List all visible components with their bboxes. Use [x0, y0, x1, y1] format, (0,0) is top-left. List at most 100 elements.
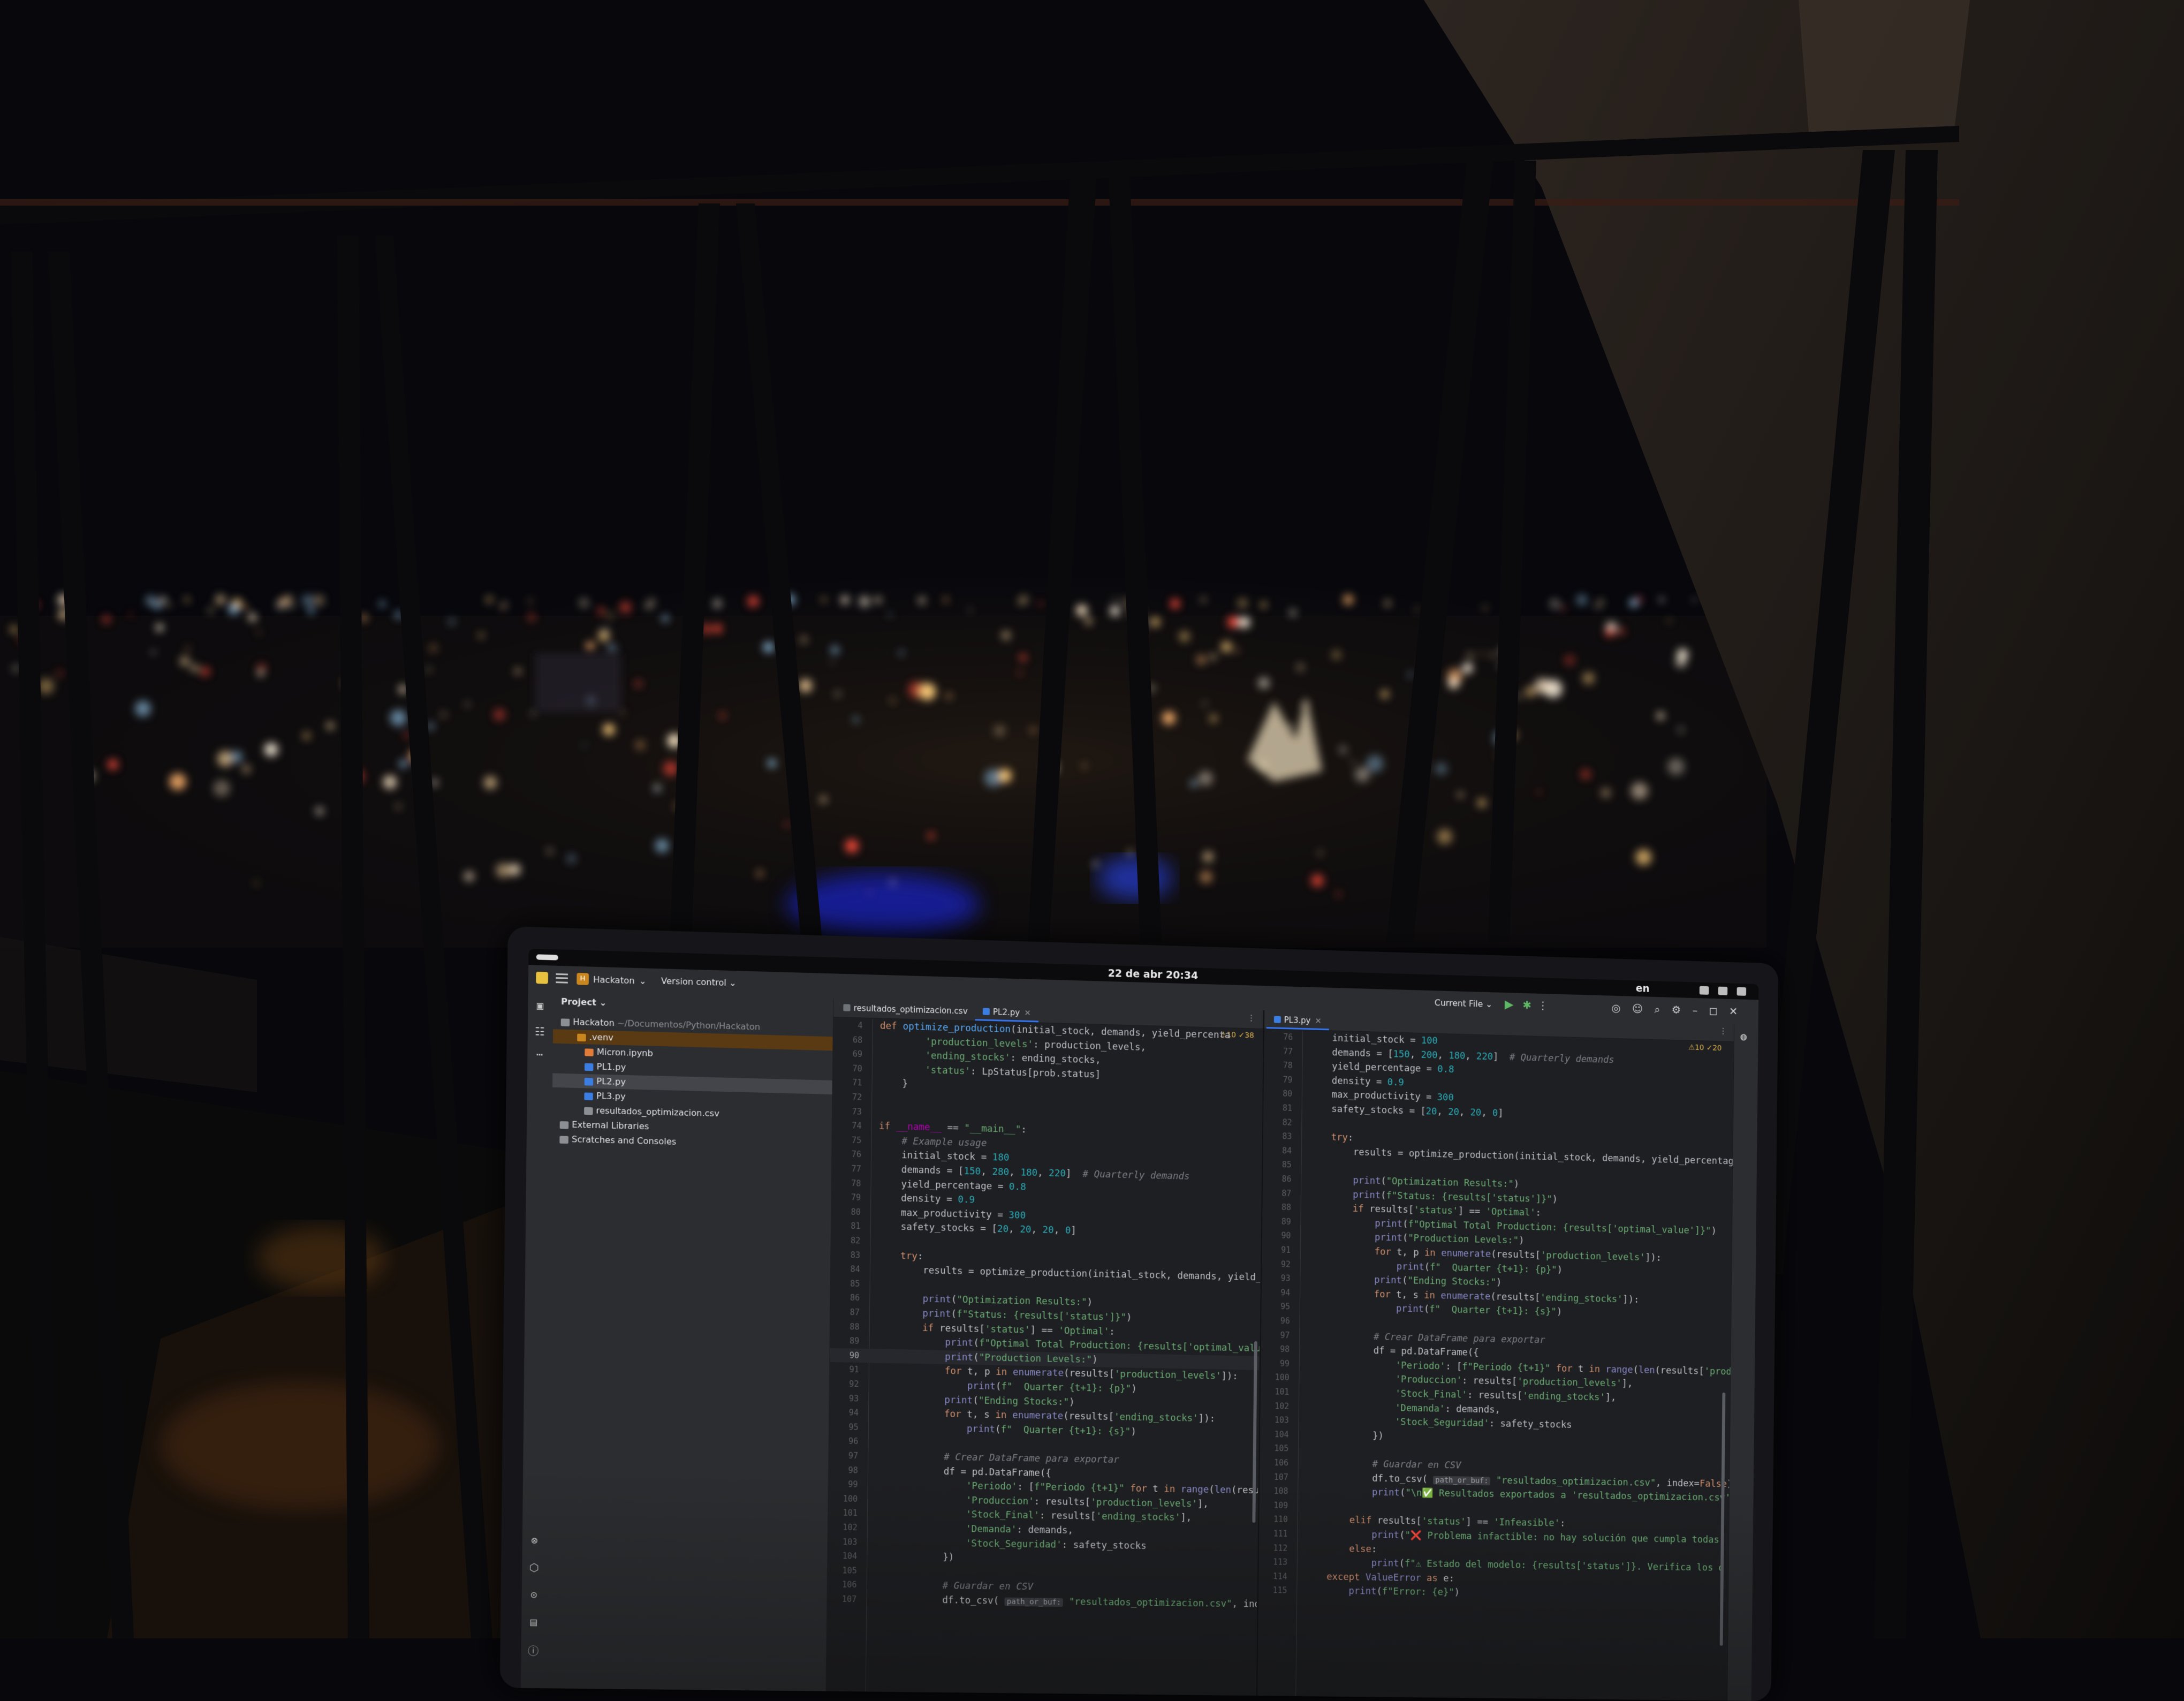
line-number[interactable]: 86 — [830, 1290, 860, 1305]
line-number[interactable]: 105 — [828, 1563, 857, 1578]
line-number[interactable]: 98 — [1261, 1342, 1290, 1357]
ai-assistant-icon[interactable]: ◎ — [1611, 1002, 1620, 1015]
line-number[interactable]: 83 — [831, 1248, 860, 1262]
debug-icon[interactable]: ✱ — [1522, 999, 1531, 1011]
code-text[interactable]: try: — [1309, 1132, 1354, 1144]
line-number[interactable]: 78 — [832, 1176, 861, 1191]
line-number[interactable]: 87 — [830, 1305, 860, 1320]
line-number[interactable]: 72 — [832, 1090, 862, 1105]
code-text[interactable]: else: — [1305, 1543, 1377, 1555]
close-icon[interactable]: ✕ — [1729, 1005, 1738, 1018]
line-number[interactable]: 104 — [1260, 1427, 1289, 1441]
line-number[interactable]: 75 — [832, 1132, 861, 1147]
line-number[interactable]: 107 — [1260, 1470, 1288, 1484]
code-text[interactable]: df = pd.DataFrame({ — [875, 1465, 1051, 1478]
line-number[interactable]: 90 — [1262, 1228, 1291, 1243]
line-number[interactable]: 98 — [829, 1463, 858, 1478]
line-number[interactable]: 83 — [1263, 1129, 1292, 1144]
line-number[interactable]: 100 — [828, 1492, 858, 1507]
project-panel-title[interactable]: Project ⌄ — [561, 996, 606, 1008]
search-icon[interactable]: ⌕ — [1654, 1003, 1660, 1016]
line-number[interactable]: 92 — [1262, 1257, 1291, 1272]
code-text[interactable]: # Guardar en CSV — [874, 1580, 1033, 1593]
line-number[interactable]: 84 — [1263, 1143, 1292, 1158]
run-configuration-selector[interactable]: Current File ⌄ — [1435, 997, 1493, 1009]
line-number[interactable]: 85 — [831, 1276, 860, 1291]
code-text[interactable]: # Example usage — [879, 1136, 987, 1149]
line-number[interactable]: 81 — [1263, 1101, 1292, 1116]
python-console-icon[interactable]: ⬡ — [527, 1561, 541, 1574]
code-text[interactable]: print("Production Levels:") — [876, 1350, 1097, 1365]
line-number[interactable]: 105 — [1260, 1441, 1289, 1456]
line-number[interactable]: 103 — [1260, 1413, 1289, 1427]
line-number[interactable]: 107 — [827, 1592, 856, 1606]
code-text[interactable]: if __name__ == "__main__": — [879, 1121, 1027, 1136]
code-text[interactable]: 'Demanda': demands, — [875, 1523, 1073, 1536]
editor-right[interactable]: PL3.py✕ ⋮ ⚠10 ✓20 76 initial_stock = 100… — [1256, 1010, 1758, 1701]
code-text[interactable]: # Crear DataFrame para exportar — [875, 1451, 1119, 1466]
line-number[interactable]: 81 — [831, 1219, 861, 1234]
line-number[interactable]: 69 — [833, 1047, 862, 1062]
line-number[interactable]: 76 — [832, 1147, 861, 1162]
line-number[interactable]: 86 — [1263, 1171, 1292, 1186]
line-number[interactable]: 84 — [831, 1262, 860, 1277]
system-tray[interactable] — [1700, 986, 1746, 996]
line-number[interactable]: 89 — [1262, 1214, 1291, 1229]
code-text[interactable]: max_productivity = 300 — [1309, 1089, 1454, 1103]
line-number[interactable]: 101 — [1261, 1385, 1290, 1399]
line-number[interactable]: 76 — [1264, 1030, 1293, 1045]
line-number[interactable]: 113 — [1258, 1555, 1287, 1569]
line-number[interactable]: 97 — [1261, 1328, 1290, 1343]
line-number[interactable]: 78 — [1264, 1058, 1293, 1073]
line-number[interactable]: 88 — [830, 1319, 860, 1334]
line-number[interactable]: 102 — [1260, 1398, 1289, 1413]
code-text[interactable]: yield_percentage = 0.8 — [1309, 1061, 1454, 1075]
line-number[interactable]: 112 — [1259, 1541, 1288, 1555]
line-number[interactable]: 89 — [830, 1334, 859, 1349]
tab-options-icon[interactable]: ⋮ — [1247, 1013, 1255, 1023]
line-number[interactable]: 96 — [829, 1434, 859, 1449]
activities-indicator[interactable] — [536, 954, 558, 960]
line-number[interactable]: 90 — [830, 1348, 859, 1363]
line-number[interactable]: 108 — [1260, 1484, 1288, 1499]
ide-logo-icon[interactable] — [536, 972, 548, 984]
main-menu-icon[interactable] — [556, 973, 568, 984]
tab-pl2[interactable]: PL2.py✕ — [975, 1002, 1039, 1022]
settings-gear-icon[interactable]: ⚙ — [1672, 1003, 1681, 1016]
run-icon[interactable]: ▶ — [1505, 998, 1514, 1011]
line-number[interactable]: 102 — [828, 1520, 858, 1535]
line-number[interactable]: 74 — [832, 1118, 862, 1133]
code-text[interactable]: density = 0.9 — [878, 1193, 975, 1206]
line-number[interactable]: 87 — [1263, 1186, 1292, 1201]
tab-resultados-csv[interactable]: resultados_optimizacion.csv — [836, 999, 975, 1020]
line-number[interactable]: 96 — [1261, 1313, 1290, 1328]
line-number[interactable]: 99 — [829, 1477, 858, 1492]
line-number[interactable]: 71 — [833, 1075, 862, 1090]
code-text[interactable]: df.to_csv( path_or_buf: "resultados_opti… — [874, 1594, 1263, 1610]
line-number[interactable]: 115 — [1258, 1583, 1287, 1598]
line-number[interactable]: 110 — [1259, 1513, 1288, 1527]
line-number[interactable]: 94 — [1262, 1285, 1291, 1300]
line-number[interactable]: 85 — [1263, 1158, 1292, 1173]
line-number[interactable]: 100 — [1261, 1370, 1290, 1385]
line-number[interactable]: 4 — [833, 1018, 863, 1033]
code-text[interactable]: }) — [1306, 1430, 1384, 1441]
line-number[interactable]: 79 — [831, 1190, 861, 1205]
line-number[interactable]: 80 — [1263, 1086, 1292, 1101]
line-number[interactable]: 106 — [1260, 1456, 1288, 1470]
line-number[interactable]: 95 — [1261, 1299, 1290, 1314]
code-text[interactable]: print("Ending Stocks:") — [1307, 1274, 1502, 1289]
line-number[interactable]: 106 — [828, 1577, 857, 1592]
code-text[interactable]: print("Ending Stocks:") — [876, 1394, 1074, 1408]
line-number[interactable]: 93 — [829, 1391, 859, 1406]
tab-pl3[interactable]: PL3.py✕ — [1267, 1010, 1329, 1030]
ai-chat-icon[interactable]: ◍ — [1740, 1030, 1747, 1043]
line-number[interactable]: 82 — [1263, 1115, 1292, 1130]
more-actions-icon[interactable]: ⋮ — [1537, 999, 1548, 1012]
line-number[interactable]: 99 — [1261, 1356, 1290, 1371]
code-text[interactable]: # Guardar en CSV — [1306, 1458, 1461, 1471]
code-text[interactable]: df = pd.DataFrame({ — [1307, 1344, 1479, 1358]
account-icon[interactable]: ☺ — [1632, 1002, 1643, 1015]
tab-options-icon[interactable]: ⋮ — [1719, 1026, 1727, 1036]
line-number[interactable]: 103 — [828, 1534, 858, 1549]
